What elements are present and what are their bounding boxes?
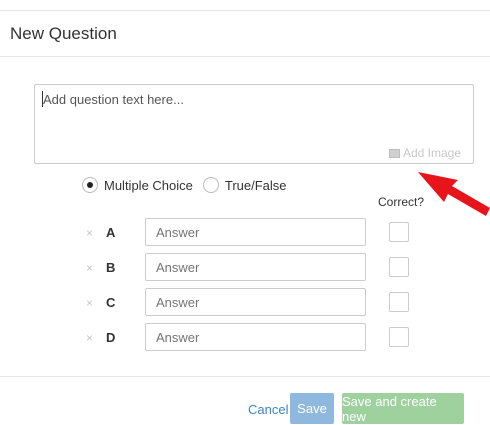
answer-input[interactable] <box>145 288 366 316</box>
answer-row: × B <box>0 253 490 283</box>
multiple-choice-label: Multiple Choice <box>104 177 193 193</box>
correct-checkbox[interactable] <box>389 257 409 277</box>
correct-checkbox[interactable] <box>389 222 409 242</box>
answer-letter: B <box>106 260 116 275</box>
modal-header: New Question <box>0 11 490 57</box>
cancel-link[interactable]: Cancel <box>248 402 288 417</box>
add-image-button[interactable]: Add Image <box>388 146 461 160</box>
new-question-modal: New Question Add question text here... A… <box>0 0 490 425</box>
correct-checkbox[interactable] <box>389 292 409 312</box>
question-text-input[interactable]: Add question text here... Add Image <box>34 84 474 164</box>
save-button[interactable]: Save <box>290 393 334 424</box>
red-arrow-icon <box>418 172 490 216</box>
close-icon[interactable]: × <box>86 262 93 274</box>
answer-input[interactable] <box>145 253 366 281</box>
answer-row: × D <box>0 323 490 353</box>
answer-input[interactable] <box>145 323 366 351</box>
answer-letter: D <box>106 330 116 345</box>
footer-divider <box>0 376 490 377</box>
answer-row: × C <box>0 288 490 318</box>
answer-input[interactable] <box>145 218 366 246</box>
multiple-choice-radio[interactable] <box>82 177 98 193</box>
true-false-label: True/False <box>224 177 287 193</box>
close-icon[interactable]: × <box>86 227 93 239</box>
add-image-label: Add Image <box>402 146 461 160</box>
close-icon[interactable]: × <box>86 332 93 344</box>
question-placeholder: Add question text here... <box>43 92 184 107</box>
page-title: New Question <box>10 24 117 43</box>
image-icon <box>388 148 400 158</box>
question-type-group: Multiple Choice True/False <box>82 177 287 193</box>
correct-checkbox[interactable] <box>389 327 409 347</box>
close-icon[interactable]: × <box>86 297 93 309</box>
answer-letter: C <box>106 295 116 310</box>
answer-letter: A <box>106 225 116 240</box>
save-and-create-new-button[interactable]: Save and create new <box>342 393 464 424</box>
true-false-radio[interactable] <box>202 177 219 193</box>
